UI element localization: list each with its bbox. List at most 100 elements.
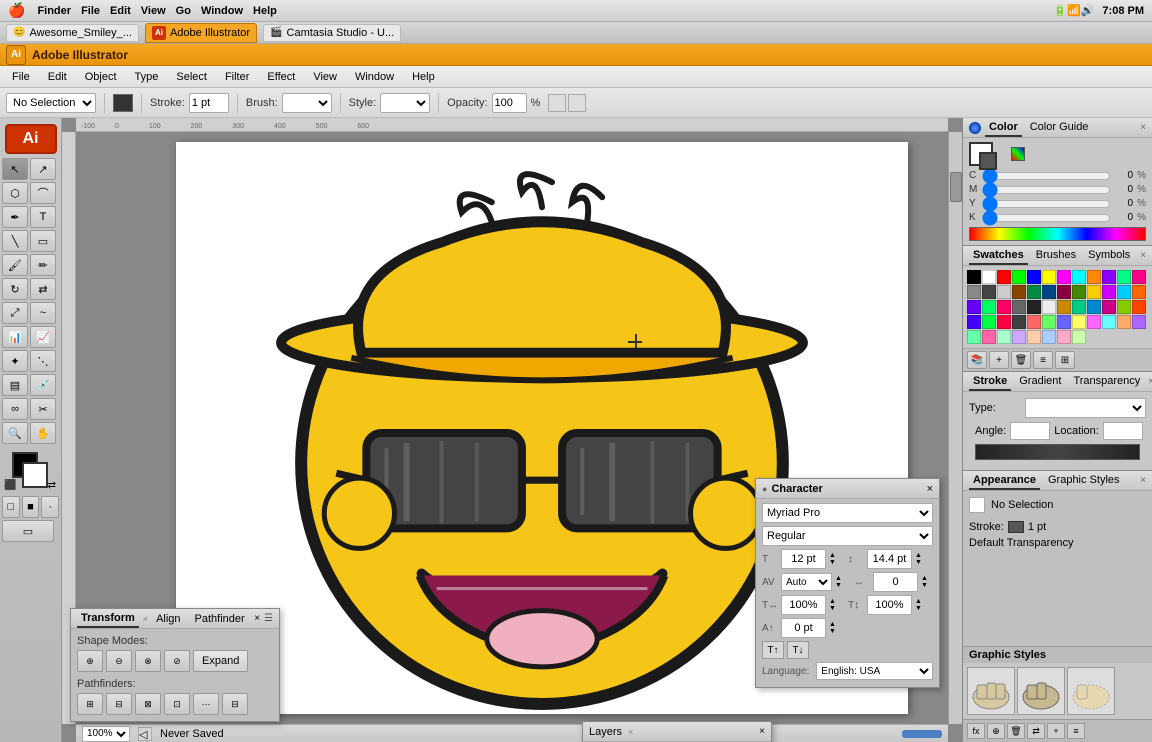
stroke-location-input[interactable] [1103,422,1143,440]
scale-h-stepper[interactable]: ▲ ▼ [829,598,841,612]
swatch-color-7[interactable] [1072,270,1086,284]
transform-close-btn[interactable]: × [254,613,260,624]
stroke-tab[interactable]: Stroke [969,373,1011,391]
menu-window[interactable]: Window [347,69,402,85]
transform-tab[interactable]: Transform [77,610,139,628]
scroll-thumb-right[interactable] [950,172,962,202]
swatch-color-47[interactable] [1132,315,1146,329]
symbol-sprayer-tool[interactable]: ✦ [2,350,28,372]
swatch-color-20[interactable] [1087,285,1101,299]
artboard-tool[interactable]: ▭ [2,520,54,542]
transparency-tab[interactable]: Transparency [1069,373,1144,391]
zoom-select[interactable]: 100% 50% 200% [82,726,130,742]
color-spectrum-icon[interactable] [1011,147,1025,161]
gs-thumb-1[interactable] [967,667,1015,715]
direct-selection-tool[interactable]: ↗ [30,158,56,180]
rect-tool[interactable]: ▭ [30,230,56,252]
graph-tool[interactable]: 📊 [2,326,28,348]
tracking-stepper[interactable]: ▲ ▼ [921,575,933,589]
swatch-del-btn[interactable]: 🗑 [1011,351,1031,369]
swatch-color-6[interactable] [1057,270,1071,284]
baseline-stepper[interactable]: ▲ ▼ [829,621,841,635]
expand-button[interactable]: Expand [193,650,248,672]
swatch-color-46[interactable] [1117,315,1131,329]
swatch-color-43[interactable] [1072,315,1086,329]
stroke-box[interactable] [22,462,48,488]
leading-stepper[interactable]: ▲ ▼ [915,552,927,566]
y-slider[interactable] [982,200,1111,208]
stroke-angle-input[interactable] [1010,422,1050,440]
pathfinder-tab[interactable]: Pathfinder [191,611,249,627]
app-icon-1[interactable]: fx [967,723,985,739]
swatch-color-51[interactable] [1012,330,1026,344]
app-icon-2[interactable]: ⊕ [987,723,1005,739]
swatch-color-39[interactable] [1012,315,1026,329]
swatch-color-37[interactable] [982,315,996,329]
swatch-color-16[interactable] [1027,285,1041,299]
swatch-color-13[interactable] [982,285,996,299]
view-button-1[interactable] [548,94,566,112]
scale-tool[interactable]: ⤢ [2,302,28,324]
zoom-display[interactable]: 100% 50% 200% [82,726,130,742]
leading-input[interactable] [867,549,912,569]
stroke-input[interactable] [189,93,229,113]
swatch-color-15[interactable] [1012,285,1026,299]
font-size-input[interactable] [781,549,826,569]
lasso-tool[interactable]: ⌒ [30,182,56,204]
selection-tool[interactable]: ↖ [2,158,28,180]
align-tab[interactable]: Align [152,611,184,627]
sys-view[interactable]: View [141,5,166,17]
font-family-select[interactable]: Myriad Pro [762,503,933,523]
m-slider[interactable] [982,186,1111,194]
quick-mask-mode[interactable]: ■ [22,496,40,518]
swatch-color-17[interactable] [1042,285,1056,299]
baseline-input[interactable] [781,618,826,638]
swatch-color-45[interactable] [1102,315,1116,329]
color-tab[interactable]: Color [985,119,1022,137]
app-icon-4[interactable]: ⇄ [1027,723,1045,739]
swap-colors[interactable]: ⇄ [48,480,56,491]
sys-edit[interactable]: Edit [110,5,131,17]
swatches-close[interactable]: × [1140,250,1146,261]
swatch-color-2[interactable] [997,270,1011,284]
reflect-tool[interactable]: ⇄ [30,278,56,300]
tab-awesome-smiley[interactable]: 😊 Awesome_Smiley_... [6,24,139,42]
swatch-color-0[interactable] [967,270,981,284]
graphic-styles-tab[interactable]: Graphic Styles [1044,472,1124,490]
swatch-color-53[interactable] [1042,330,1056,344]
brush-dropdown[interactable] [282,93,332,113]
swatch-menu-btn[interactable]: ≡ [1033,351,1053,369]
swatch-color-10[interactable] [1117,270,1131,284]
swatch-color-29[interactable] [1042,300,1056,314]
swatch-color-5[interactable] [1042,270,1056,284]
tab-camtasia[interactable]: 🎬 Camtasia Studio - U... [263,24,401,42]
swatch-color-11[interactable] [1132,270,1146,284]
apple-menu[interactable]: 🍎 [8,2,25,19]
kerning-select[interactable]: Auto [781,573,832,591]
zoom-tool[interactable]: 🔍 [2,422,28,444]
merge-btn[interactable]: ⊠ [135,693,161,715]
normal-mode[interactable]: □ [2,496,20,518]
swatch-color-24[interactable] [967,300,981,314]
color-panel-close[interactable]: × [1140,122,1146,133]
fill-color-box[interactable] [113,94,133,112]
menu-edit[interactable]: Edit [40,69,75,85]
color-guide-tab[interactable]: Color Guide [1026,119,1093,137]
transform-menu-btn[interactable]: ☰ [264,613,273,624]
swatch-color-48[interactable] [967,330,981,344]
menu-filter[interactable]: Filter [217,69,257,85]
brushes-tab[interactable]: Brushes [1032,247,1080,265]
trim-btn[interactable]: ⊟ [106,693,132,715]
swatch-color-38[interactable] [997,315,1011,329]
scissors-tool[interactable]: ✂ [30,398,56,420]
swatch-color-3[interactable] [1012,270,1026,284]
swatch-color-30[interactable] [1057,300,1071,314]
layers-close-btn[interactable]: × [759,726,765,737]
minus-front-btn[interactable]: ⊖ [106,650,132,672]
rotate-tool[interactable]: ↻ [2,278,28,300]
gs-thumb-3[interactable] [1067,667,1115,715]
swatches-tab[interactable]: Swatches [969,247,1028,265]
sub-script-btn[interactable]: T↓ [787,641,809,659]
intersect-btn[interactable]: ⊗ [135,650,161,672]
size-stepper[interactable]: ▲ ▼ [829,552,841,566]
